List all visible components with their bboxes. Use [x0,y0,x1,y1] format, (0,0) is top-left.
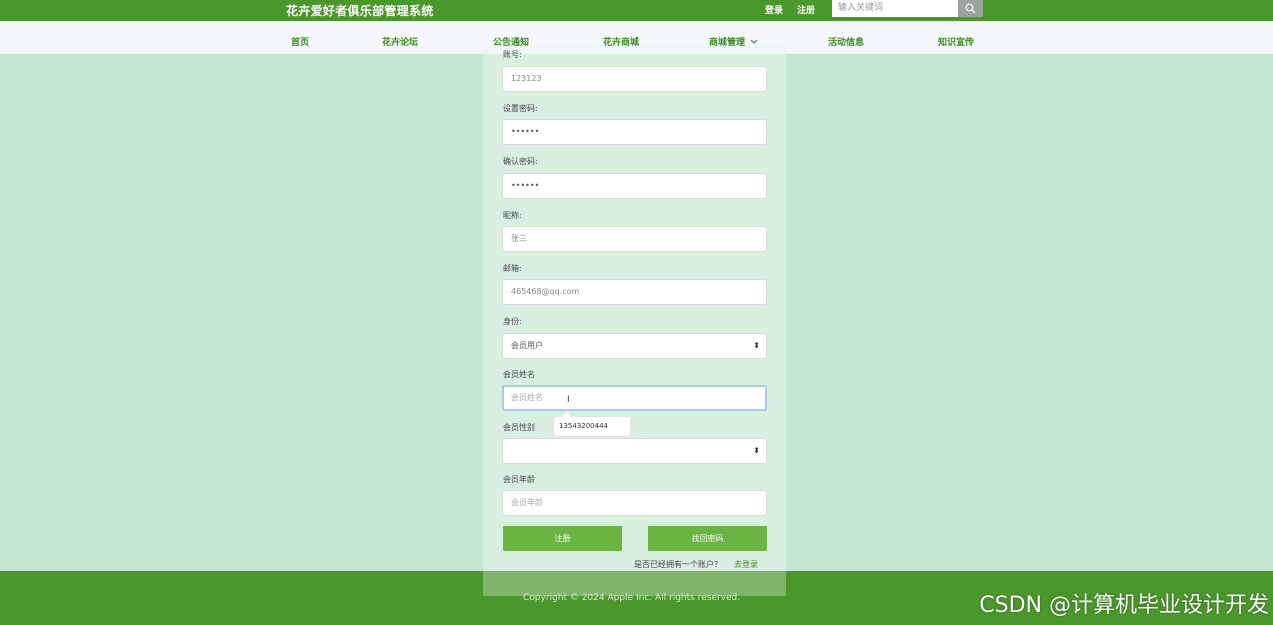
register-link[interactable]: 注册 [797,3,815,16]
member-gender-select[interactable]: ⬍ [502,438,767,464]
account-label: 账号: [503,50,522,59]
recover-password-button[interactable]: 找回密码 [648,526,767,551]
email-label: 邮箱: [503,264,522,273]
confirm-password-field[interactable]: •••••• [502,173,767,199]
member-age-label: 会员年龄 [503,475,535,484]
member-age-field[interactable]: 会员年龄 [502,490,767,516]
nav-item-knowledge[interactable]: 知识宣传 [938,35,974,48]
copyright-text: Copyright © 2024 Apple Inc. All rights r… [523,593,741,603]
password-label: 设置密码: [503,104,538,113]
confirm-password-label: 确认密码: [503,157,538,166]
text-cursor-icon: I [567,395,570,405]
search-icon [965,3,976,14]
role-select[interactable]: 会员用户 ⬍ [502,333,767,359]
role-select-value: 会员用户 [511,341,543,350]
nickname-field[interactable]: 张三 [502,226,767,252]
select-arrows-icon: ⬍ [753,446,760,455]
login-link[interactable]: 登录 [765,3,783,16]
have-account-text: 是否已经拥有一个账户? [634,560,719,569]
watermark: CSDN @计算机毕业设计开发 [979,593,1269,618]
go-login-link[interactable]: 去登录 [734,559,758,570]
autocomplete-suggestion[interactable]: 13543200444 [553,416,631,437]
site-title: 花卉爱好者俱乐部管理系统 [286,4,434,18]
email-field[interactable]: 465468@qq.com [502,279,767,305]
top-bar [0,0,1273,21]
register-button[interactable]: 注册 [503,526,622,551]
nav-item-activity[interactable]: 活动信息 [828,35,864,48]
password-field[interactable]: •••••• [502,119,767,145]
nickname-label: 昵称: [503,211,522,220]
member-gender-label: 会员性别 [503,423,535,432]
chevron-down-icon [750,39,758,44]
role-label: 身份: [503,317,522,326]
member-name-label: 会员姓名 [503,370,535,379]
nav-item-home[interactable]: 首页 [291,35,309,48]
account-field[interactable]: 123123 [502,66,767,92]
select-arrows-icon: ⬍ [753,341,760,350]
nav-item-forum[interactable]: 花卉论坛 [382,35,418,48]
search-input[interactable]: 输入关键词 [832,0,958,17]
search-button[interactable] [958,0,983,17]
member-name-field[interactable]: 会员姓名 [502,385,767,411]
